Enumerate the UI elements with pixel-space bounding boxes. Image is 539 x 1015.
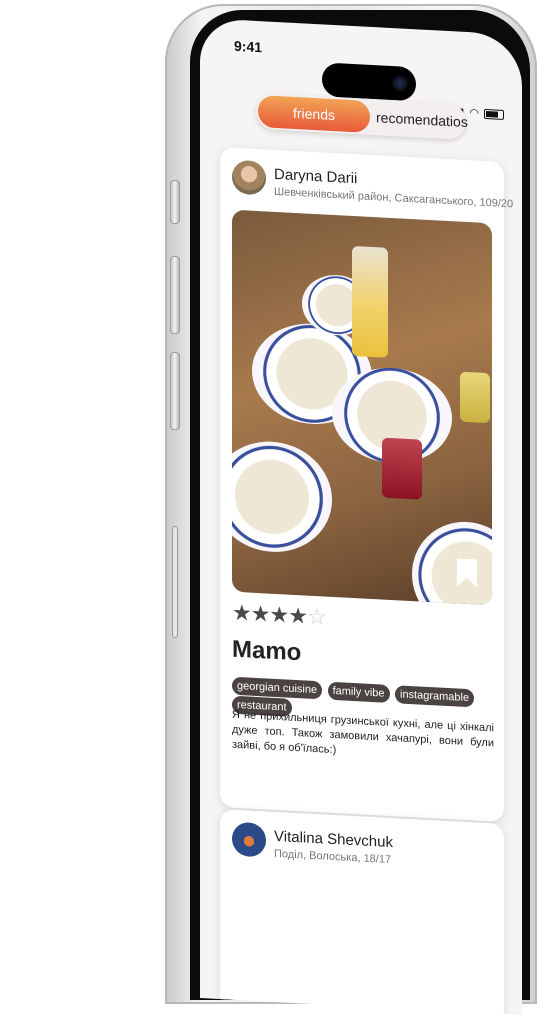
post-card[interactable]: Daryna Darii Шевченківський район, Сакса… (220, 147, 513, 822)
battery-icon (484, 108, 504, 121)
sim-tray (172, 526, 178, 638)
star-icon: ☆ (306, 603, 326, 630)
volume-down-button (170, 352, 180, 430)
bookmark-icon[interactable] (456, 557, 478, 588)
wifi-icon: ◠ (469, 107, 480, 120)
place-address: Шевченківський район, Саксаганського, 10… (274, 185, 514, 211)
tab-friends[interactable]: friends (258, 95, 370, 133)
post-card[interactable]: Vitalina Shevchuk Поділ, Волоська, 18/17 (220, 809, 504, 1015)
avatar[interactable] (232, 821, 266, 858)
camera-icon (392, 75, 408, 92)
tab-recommendations[interactable]: recomendatios (376, 99, 468, 140)
star-icon: ★ (232, 599, 251, 626)
feed-tabs: friends recomendatios (256, 92, 468, 140)
star-icon: ★ (250, 600, 270, 627)
star-icon: ★ (269, 601, 289, 628)
post-photo[interactable] (232, 209, 492, 606)
author-name[interactable]: Daryna Darii (274, 166, 357, 187)
drink-glass (460, 371, 490, 424)
tag-chip[interactable]: instagramable (395, 685, 475, 708)
star-icon: ★ (288, 602, 307, 629)
dynamic-island (322, 62, 416, 102)
status-time: 9:41 (234, 37, 263, 56)
app-screen: 9:41 ▮▮▮ ◠ friends recomendatios Daryna … (200, 18, 522, 1015)
place-name[interactable]: Mamo (232, 636, 301, 668)
author-name[interactable]: Vitalina Shevchuk (274, 828, 393, 851)
place-address: Поділ, Волоська, 18/17 (274, 847, 392, 867)
avatar[interactable] (232, 159, 266, 196)
volume-up-button (170, 256, 180, 334)
drink-glass (382, 437, 422, 500)
drink-glass (352, 245, 388, 358)
food-plate (232, 438, 332, 555)
tag-chip[interactable]: family vibe (327, 681, 390, 703)
star-rating: ★★★★☆ (232, 600, 326, 631)
action-button (170, 180, 180, 224)
food-plate (412, 519, 492, 606)
